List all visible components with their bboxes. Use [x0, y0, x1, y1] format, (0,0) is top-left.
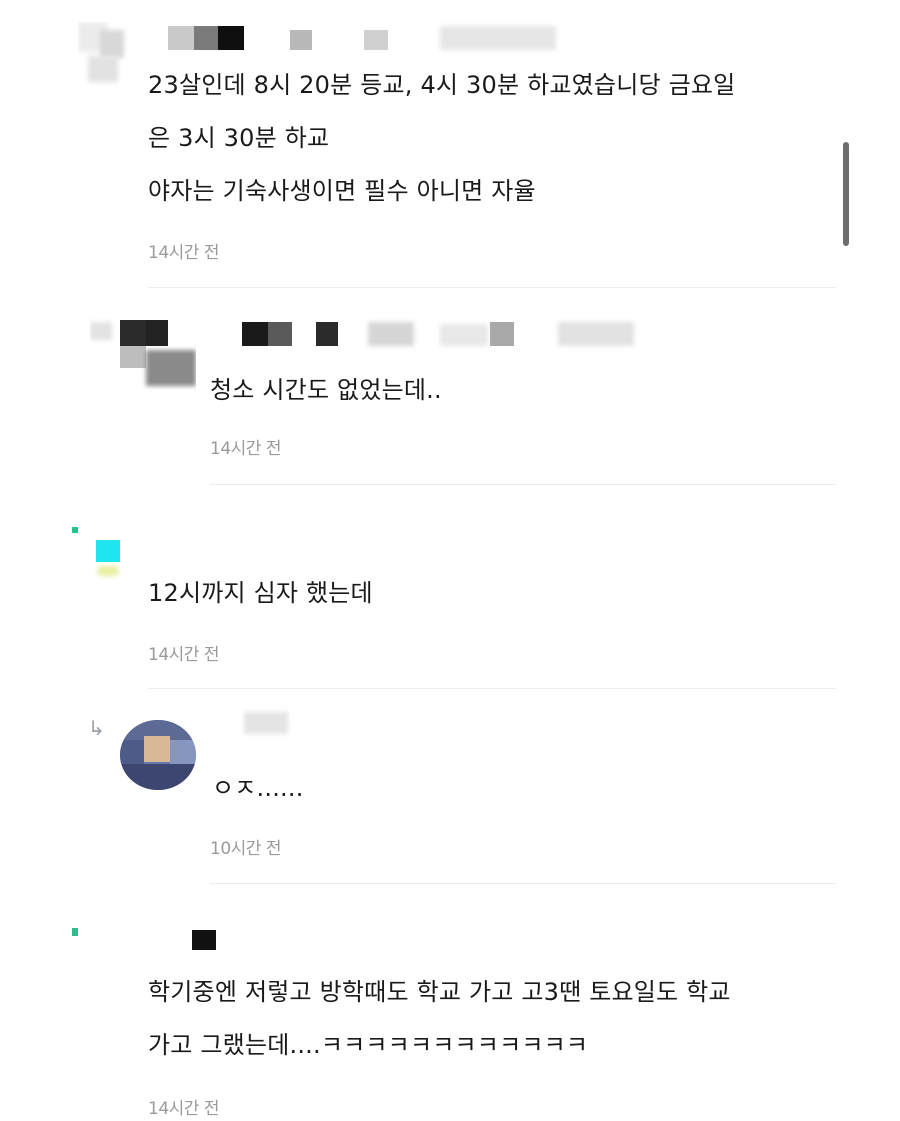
redaction-block: [440, 26, 556, 50]
redaction-block: [364, 30, 388, 50]
avatar-pixel: [120, 346, 146, 368]
avatar-pixel: [120, 320, 146, 346]
avatar-pixel: [100, 30, 124, 58]
avatar-pixel: [144, 736, 170, 762]
comment-text: 23살인데 8시 20분 등교, 4시 30분 하교였습니당 금요일 은 3시 …: [148, 59, 735, 218]
avatar-pixel: [120, 740, 144, 764]
avatar-pixel: [98, 566, 118, 576]
divider: [148, 688, 836, 689]
badge-icon: [72, 527, 78, 533]
redaction-block: [440, 324, 488, 346]
timestamp: 14시간 전: [148, 645, 219, 665]
redaction-block: [218, 26, 244, 50]
divider: [210, 883, 836, 884]
redaction-block: [490, 322, 514, 346]
avatar[interactable]: [120, 720, 196, 790]
redaction-block: [368, 322, 414, 346]
avatar-pixel: [146, 320, 168, 346]
comment-text: 학기중엔 저렇고 방학때도 학교 가고 고3땐 토요일도 학교 가고 그랬는데.…: [148, 966, 731, 1072]
timestamp: 14시간 전: [148, 243, 219, 263]
comment-text: 청소 시간도 없었는데..: [210, 364, 442, 417]
redaction-block: [268, 322, 292, 346]
avatar-pixel: [170, 740, 196, 764]
redaction-block: [192, 930, 216, 950]
avatar-pixel: [96, 540, 120, 562]
username-redacted[interactable]: [168, 26, 558, 52]
redaction-block: [290, 30, 312, 50]
avatar-pixel: [146, 350, 196, 386]
timestamp: 14시간 전: [210, 439, 281, 459]
avatar-pixel: [88, 56, 118, 82]
scrollbar[interactable]: [843, 142, 849, 246]
badge-icon: [72, 928, 78, 936]
timestamp: 14시간 전: [148, 1099, 219, 1119]
comment-line: 23살인데 8시 20분 등교, 4시 30분 하교였습니당 금요일: [148, 71, 736, 99]
divider: [210, 484, 836, 485]
comment-line: 학기중엔 저렇고 방학때도 학교 가고 고3땐 토요일도 학교: [148, 978, 731, 1006]
divider: [148, 287, 836, 288]
comment-line: 12시까지 심자 했는데: [148, 579, 373, 607]
comment-line: 야자는 기숙사생이면 필수 아니면 자율: [148, 177, 536, 205]
avatar-pixel: [120, 764, 196, 790]
comment-line: 가고 그랬는데....ㅋㅋㅋㅋㅋㅋㅋㅋㅋㅋㅋㅋ: [148, 1031, 589, 1059]
username-redacted[interactable]: [218, 322, 638, 348]
comment-line: 청소 시간도 없었는데..: [210, 376, 442, 404]
avatar-pixel: [90, 322, 112, 340]
redaction-block: [244, 712, 288, 734]
redaction-block: [316, 322, 338, 346]
avatar[interactable]: [92, 540, 124, 584]
redaction-block: [168, 26, 194, 50]
avatar[interactable]: [90, 318, 196, 390]
comment-text: ㅇㅈ......: [212, 762, 304, 815]
comment-line: 은 3시 30분 하교: [148, 124, 330, 152]
username-redacted[interactable]: [192, 930, 232, 956]
redaction-block: [558, 322, 634, 346]
reply-arrow-icon: ↳: [88, 716, 105, 740]
comment-line: ㅇㅈ......: [212, 774, 304, 802]
username-redacted[interactable]: [244, 712, 324, 738]
avatar[interactable]: [78, 22, 140, 86]
comment-text: 12시까지 심자 했는데: [148, 567, 373, 620]
timestamp: 10시간 전: [210, 839, 281, 859]
redaction-block: [242, 322, 268, 346]
redaction-block: [194, 26, 218, 50]
